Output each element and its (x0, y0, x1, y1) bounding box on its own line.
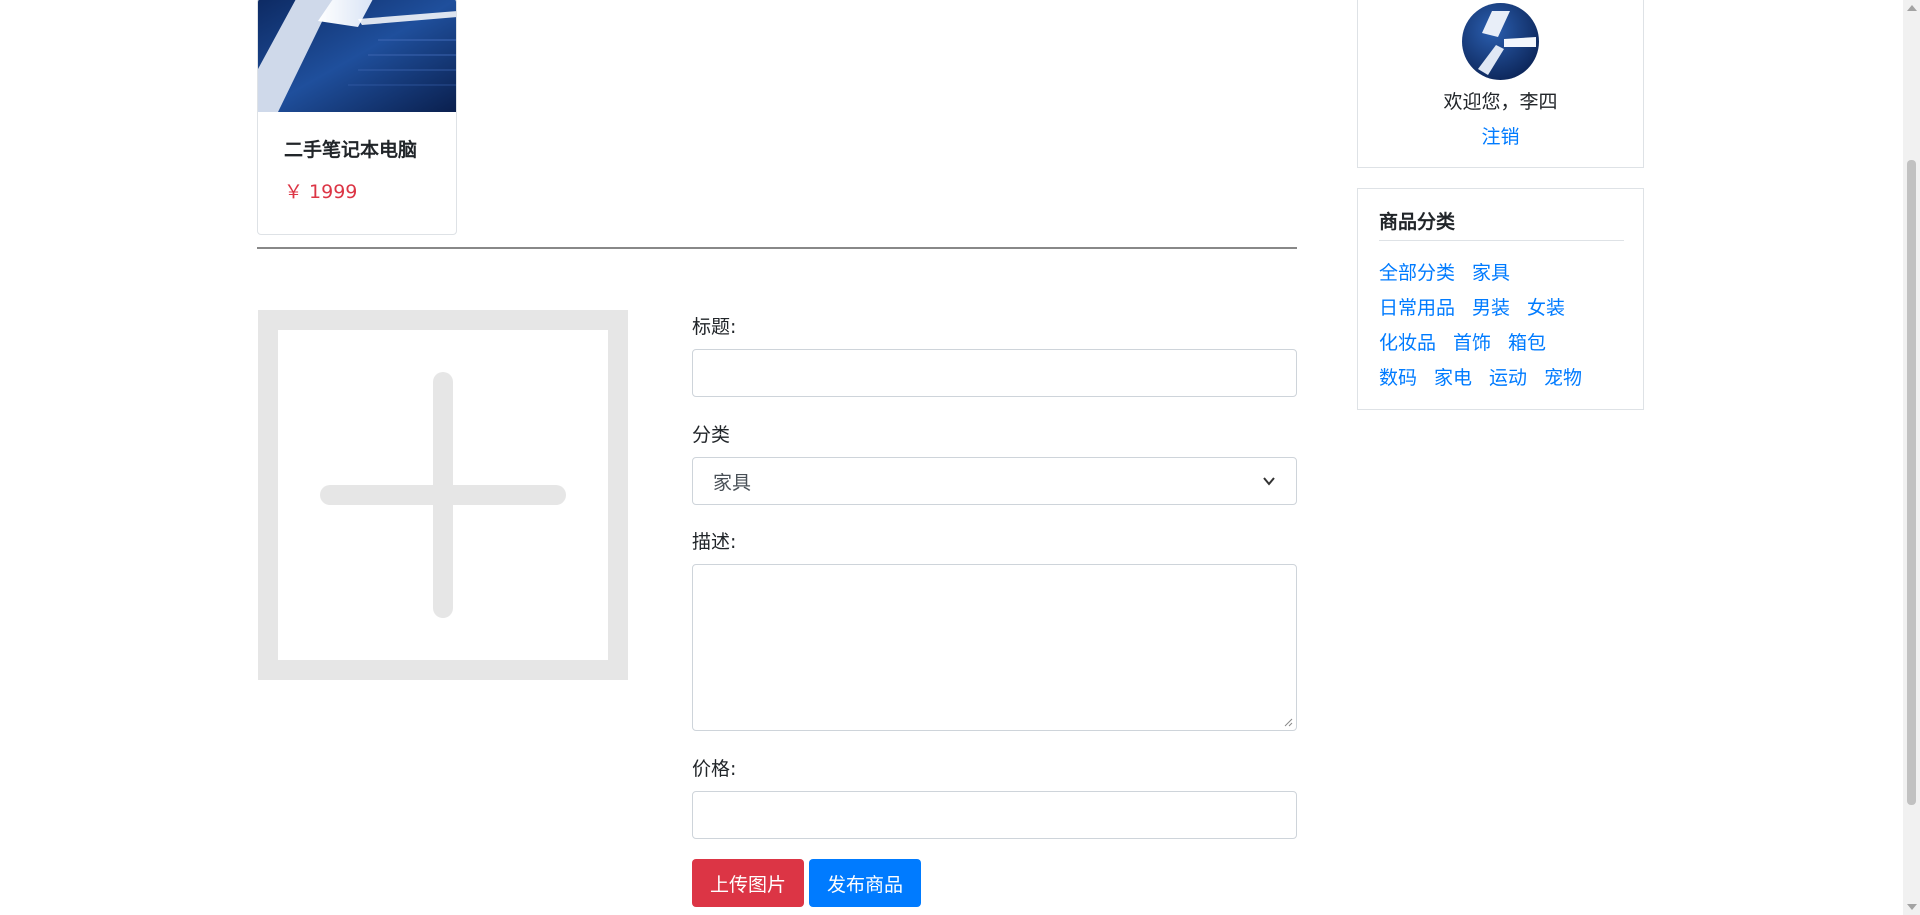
publish-product-button[interactable]: 发布商品 (809, 859, 921, 907)
product-card[interactable]: 二手笔记本电脑 ￥ 1999 (257, 0, 457, 235)
scroll-up-arrow-icon[interactable] (1907, 5, 1917, 11)
resize-grip-icon[interactable] (1283, 717, 1293, 727)
category-link[interactable]: 化妆品 (1379, 326, 1436, 361)
description-textarea[interactable] (692, 564, 1297, 731)
category-link[interactable]: 全部分类 (1379, 256, 1455, 291)
product-price: ￥ 1999 (284, 181, 358, 203)
category-link[interactable]: 宠物 (1544, 361, 1582, 396)
category-panel: 商品分类 全部分类 家具 日常用品 男装 女装 化妆品 首饰 箱包 数码 家电 运动 宠物 (1357, 188, 1644, 410)
category-link[interactable]: 日常用品 (1379, 291, 1455, 326)
category-label: 分类 (692, 424, 731, 446)
title-label: 标题: (692, 316, 737, 338)
plus-in-square-icon (258, 310, 628, 680)
scroll-thumb[interactable] (1907, 160, 1916, 805)
category-select[interactable]: 家具 (692, 457, 1297, 505)
category-panel-title: 商品分类 (1379, 207, 1624, 241)
user-panel: 欢迎您，李四 注销 (1357, 0, 1644, 168)
product-title[interactable]: 二手笔记本电脑 (284, 135, 417, 162)
category-link[interactable]: 箱包 (1508, 326, 1546, 361)
image-upload-placeholder[interactable] (258, 310, 628, 680)
logout-link[interactable]: 注销 (1358, 122, 1643, 149)
category-selected-value: 家具 (713, 471, 752, 494)
welcome-text: 欢迎您，李四 (1443, 91, 1558, 113)
price-input[interactable] (692, 791, 1297, 839)
product-image[interactable] (258, 0, 457, 112)
description-label: 描述: (692, 531, 737, 553)
category-link[interactable]: 家具 (1472, 256, 1510, 291)
category-link[interactable]: 运动 (1489, 361, 1527, 396)
category-link[interactable]: 男装 (1472, 291, 1510, 326)
category-link[interactable]: 家电 (1434, 361, 1472, 396)
upload-image-button[interactable]: 上传图片 (692, 859, 804, 907)
category-link[interactable]: 数码 (1379, 361, 1417, 396)
category-links: 全部分类 家具 日常用品 男装 女装 化妆品 首饰 箱包 数码 家电 运动 宠物 (1379, 256, 1629, 396)
category-link[interactable]: 女装 (1527, 291, 1565, 326)
chevron-down-icon (1263, 477, 1275, 486)
avatar (1462, 3, 1539, 80)
title-input[interactable] (692, 349, 1297, 397)
section-divider (257, 247, 1297, 249)
category-link[interactable]: 首饰 (1453, 326, 1491, 361)
price-label: 价格: (692, 758, 737, 780)
scroll-down-arrow-icon[interactable] (1907, 904, 1917, 910)
page-scrollbar[interactable] (1903, 0, 1920, 915)
